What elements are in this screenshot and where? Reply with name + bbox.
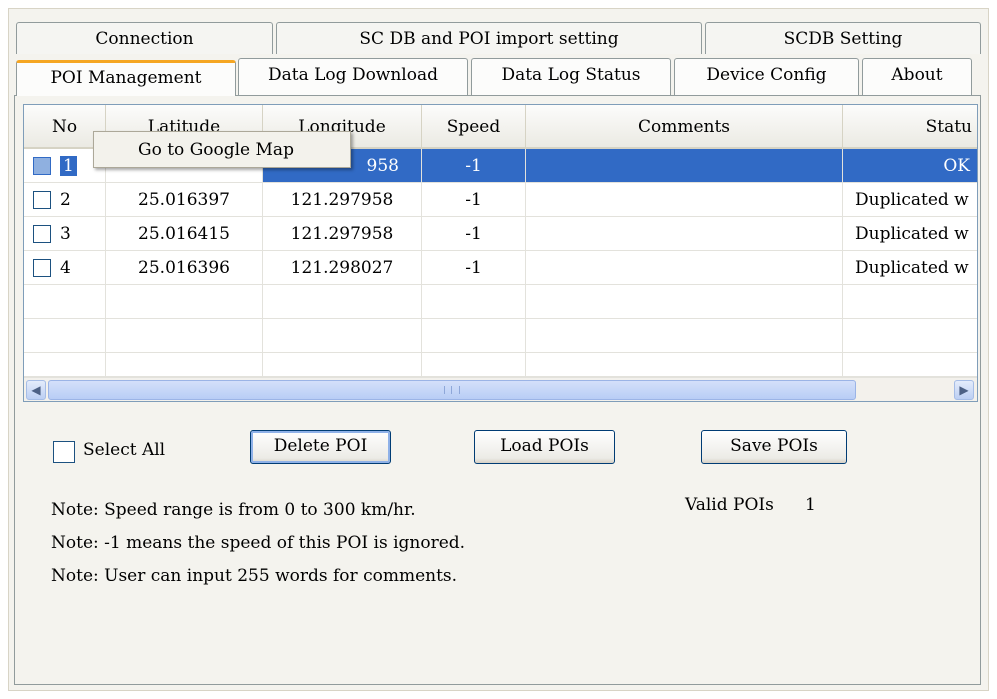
empty-cell[interactable] — [526, 353, 843, 377]
empty-cell[interactable] — [106, 353, 263, 377]
cell-no[interactable]: 3 — [24, 217, 106, 251]
cell-speed[interactable]: -1 — [422, 217, 526, 251]
empty-cell[interactable] — [422, 319, 526, 353]
column-header-status[interactable]: Statu — [843, 105, 977, 149]
cell-speed[interactable]: -1 — [422, 251, 526, 285]
table-row-empty[interactable] — [24, 319, 977, 353]
column-header-comments[interactable]: Comments — [526, 105, 843, 149]
cell-comments[interactable] — [526, 217, 843, 251]
empty-cell[interactable] — [843, 353, 977, 377]
empty-cell[interactable] — [24, 285, 106, 319]
cell-status[interactable]: Duplicated w — [843, 217, 977, 251]
scroll-left-icon[interactable]: ◀ — [26, 380, 46, 400]
cell-comments[interactable] — [526, 251, 843, 285]
tab-about[interactable]: About — [862, 58, 972, 95]
delete-poi-button[interactable]: Delete POI — [250, 430, 391, 464]
column-header-speed[interactable]: Speed — [422, 105, 526, 149]
empty-cell[interactable] — [526, 319, 843, 353]
tab-poi-management[interactable]: POI Management — [16, 60, 236, 96]
note-speed-range: Note: Speed range is from 0 to 300 km/hr… — [51, 500, 416, 520]
tab-data-log-download[interactable]: Data Log Download — [238, 58, 468, 95]
row-number: 1 — [60, 156, 77, 176]
tab-sc-db-poi-import[interactable]: SC DB and POI import setting — [276, 22, 702, 54]
row-number: 3 — [60, 224, 71, 244]
cell-longitude[interactable]: 121.297958 — [263, 217, 422, 251]
scrollbar-thumb[interactable] — [48, 380, 856, 400]
scroll-right-icon[interactable]: ▶ — [954, 380, 974, 400]
empty-cell[interactable] — [843, 319, 977, 353]
valid-pois-label: Valid POIs — [685, 495, 774, 515]
cell-latitude[interactable]: 25.016396 — [106, 251, 263, 285]
note-speed-ignored: Note: -1 means the speed of this POI is … — [51, 533, 466, 553]
table-row[interactable]: 2 25.016397 121.297958 -1 Duplicated w — [24, 183, 977, 217]
empty-cell[interactable] — [526, 285, 843, 319]
empty-cell[interactable] — [422, 353, 526, 377]
empty-cell[interactable] — [106, 319, 263, 353]
empty-cell[interactable] — [422, 285, 526, 319]
row-number: 4 — [60, 258, 71, 278]
cell-speed[interactable]: -1 — [422, 183, 526, 217]
menu-item-go-to-google-map[interactable]: Go to Google Map — [138, 140, 294, 160]
table-row-empty[interactable] — [24, 353, 977, 377]
select-all-checkbox[interactable] — [53, 441, 75, 463]
empty-cell[interactable] — [24, 319, 106, 353]
table-row[interactable]: 3 25.016415 121.297958 -1 Duplicated w — [24, 217, 977, 251]
cell-latitude[interactable]: 25.016397 — [106, 183, 263, 217]
grip-icon — [444, 386, 460, 394]
tab-scdb-setting[interactable]: SCDB Setting — [705, 22, 981, 54]
row-number: 2 — [60, 190, 71, 210]
tab-data-log-status[interactable]: Data Log Status — [471, 58, 671, 95]
cell-status[interactable]: Duplicated w — [843, 183, 977, 217]
row-checkbox[interactable] — [33, 259, 51, 277]
tab-device-config[interactable]: Device Config — [674, 58, 859, 95]
row-checkbox[interactable] — [33, 191, 51, 209]
empty-cell[interactable] — [263, 353, 422, 377]
row-checkbox[interactable] — [33, 157, 51, 175]
empty-cell[interactable] — [843, 285, 977, 319]
empty-cell[interactable] — [263, 319, 422, 353]
select-all-label[interactable]: Select All — [83, 440, 165, 460]
cell-latitude[interactable]: 25.016415 — [106, 217, 263, 251]
empty-cell[interactable] — [263, 285, 422, 319]
horizontal-scrollbar[interactable]: ◀ ▶ — [24, 377, 977, 401]
cell-no[interactable]: 4 — [24, 251, 106, 285]
cell-longitude[interactable]: 121.298027 — [263, 251, 422, 285]
tab-connection[interactable]: Connection — [16, 22, 273, 54]
cell-status[interactable]: Duplicated w — [843, 251, 977, 285]
empty-cell[interactable] — [106, 285, 263, 319]
valid-pois-value: 1 — [805, 495, 816, 515]
save-pois-button[interactable]: Save POIs — [701, 430, 847, 464]
context-menu: Go to Google Map — [93, 131, 351, 168]
row-checkbox[interactable] — [33, 225, 51, 243]
poi-management-panel: No Latitude Longitude Speed Comments Sta… — [14, 95, 981, 685]
empty-cell[interactable] — [24, 353, 106, 377]
cell-comments[interactable] — [526, 149, 843, 183]
table-row[interactable]: 4 25.016396 121.298027 -1 Duplicated w — [24, 251, 977, 285]
cell-comments[interactable] — [526, 183, 843, 217]
cell-status[interactable]: OK — [843, 149, 977, 183]
load-pois-button[interactable]: Load POIs — [474, 430, 615, 464]
cell-speed[interactable]: -1 — [422, 149, 526, 183]
cell-no[interactable]: 2 — [24, 183, 106, 217]
note-comments-length: Note: User can input 255 words for comme… — [51, 566, 458, 586]
cell-longitude[interactable]: 121.297958 — [263, 183, 422, 217]
table-row-empty[interactable] — [24, 285, 977, 319]
